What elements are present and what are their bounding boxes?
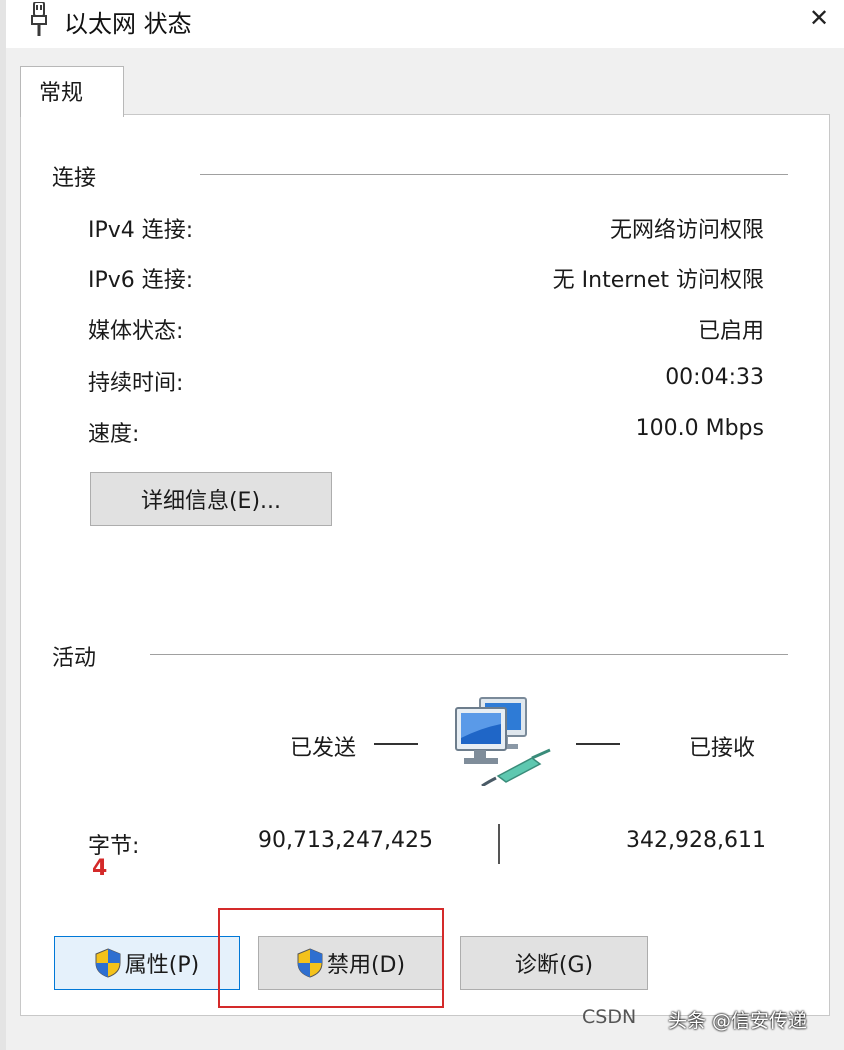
speed-label: 速度:: [88, 422, 140, 447]
csdn-watermark: CSDN: [582, 1006, 637, 1028]
tab-general-label: 常规: [39, 81, 84, 106]
close-button[interactable]: ✕: [796, 0, 842, 36]
media-state-label: 媒体状态:: [88, 319, 184, 344]
network-computers-icon: [446, 694, 556, 790]
annotation-step-number: 4: [92, 856, 108, 881]
toutiao-watermark: 头条 @信安传递: [668, 1010, 808, 1032]
title-bar[interactable]: 以太网 状态 ✕: [6, 0, 844, 48]
window-title: 以太网 状态: [64, 10, 192, 38]
sent-label: 已发送: [290, 736, 357, 761]
tab-panel: [20, 114, 830, 1016]
ipv6-label: IPv6 连接:: [88, 268, 194, 293]
ipv6-value: 无 Internet 访问权限: [552, 268, 764, 293]
bytes-divider: [498, 824, 500, 864]
bytes-received-value: 342,928,611: [626, 828, 766, 853]
received-dash: [576, 743, 620, 745]
bytes-sent-value: 90,713,247,425: [258, 828, 433, 853]
media-state-value: 已启用: [697, 319, 764, 344]
received-label: 已接收: [689, 736, 756, 761]
diagnose-button-label: 诊断(G): [514, 953, 594, 978]
sent-dash: [374, 743, 418, 745]
details-button[interactable]: 详细信息(E)...: [90, 472, 332, 526]
close-icon: ✕: [808, 4, 830, 32]
annotation-highlight-box: [218, 908, 444, 1008]
duration-value: 00:04:33: [665, 365, 764, 390]
ipv4-label: IPv4 连接:: [88, 218, 194, 243]
activity-heading: 活动: [52, 646, 97, 671]
ethernet-cable-icon: [28, 1, 50, 40]
uac-shield-icon: [95, 948, 121, 978]
ipv4-value: 无网络访问权限: [609, 218, 764, 243]
duration-label: 持续时间:: [88, 371, 184, 396]
tab-general[interactable]: 常规: [20, 66, 124, 117]
activity-divider: [150, 654, 788, 655]
speed-value: 100.0 Mbps: [635, 416, 764, 441]
diagnose-button[interactable]: 诊断(G): [460, 936, 648, 990]
properties-button[interactable]: 属性(P): [54, 936, 240, 990]
details-button-label: 详细信息(E)...: [140, 489, 282, 514]
properties-button-label: 属性(P): [124, 953, 200, 978]
ethernet-status-dialog: 以太网 状态 ✕ 常规 连接 IPv4 连接: 无网络访问权限 IPv6 连接:…: [6, 0, 844, 1050]
connection-heading: 连接: [52, 166, 97, 191]
connection-divider: [200, 174, 788, 175]
